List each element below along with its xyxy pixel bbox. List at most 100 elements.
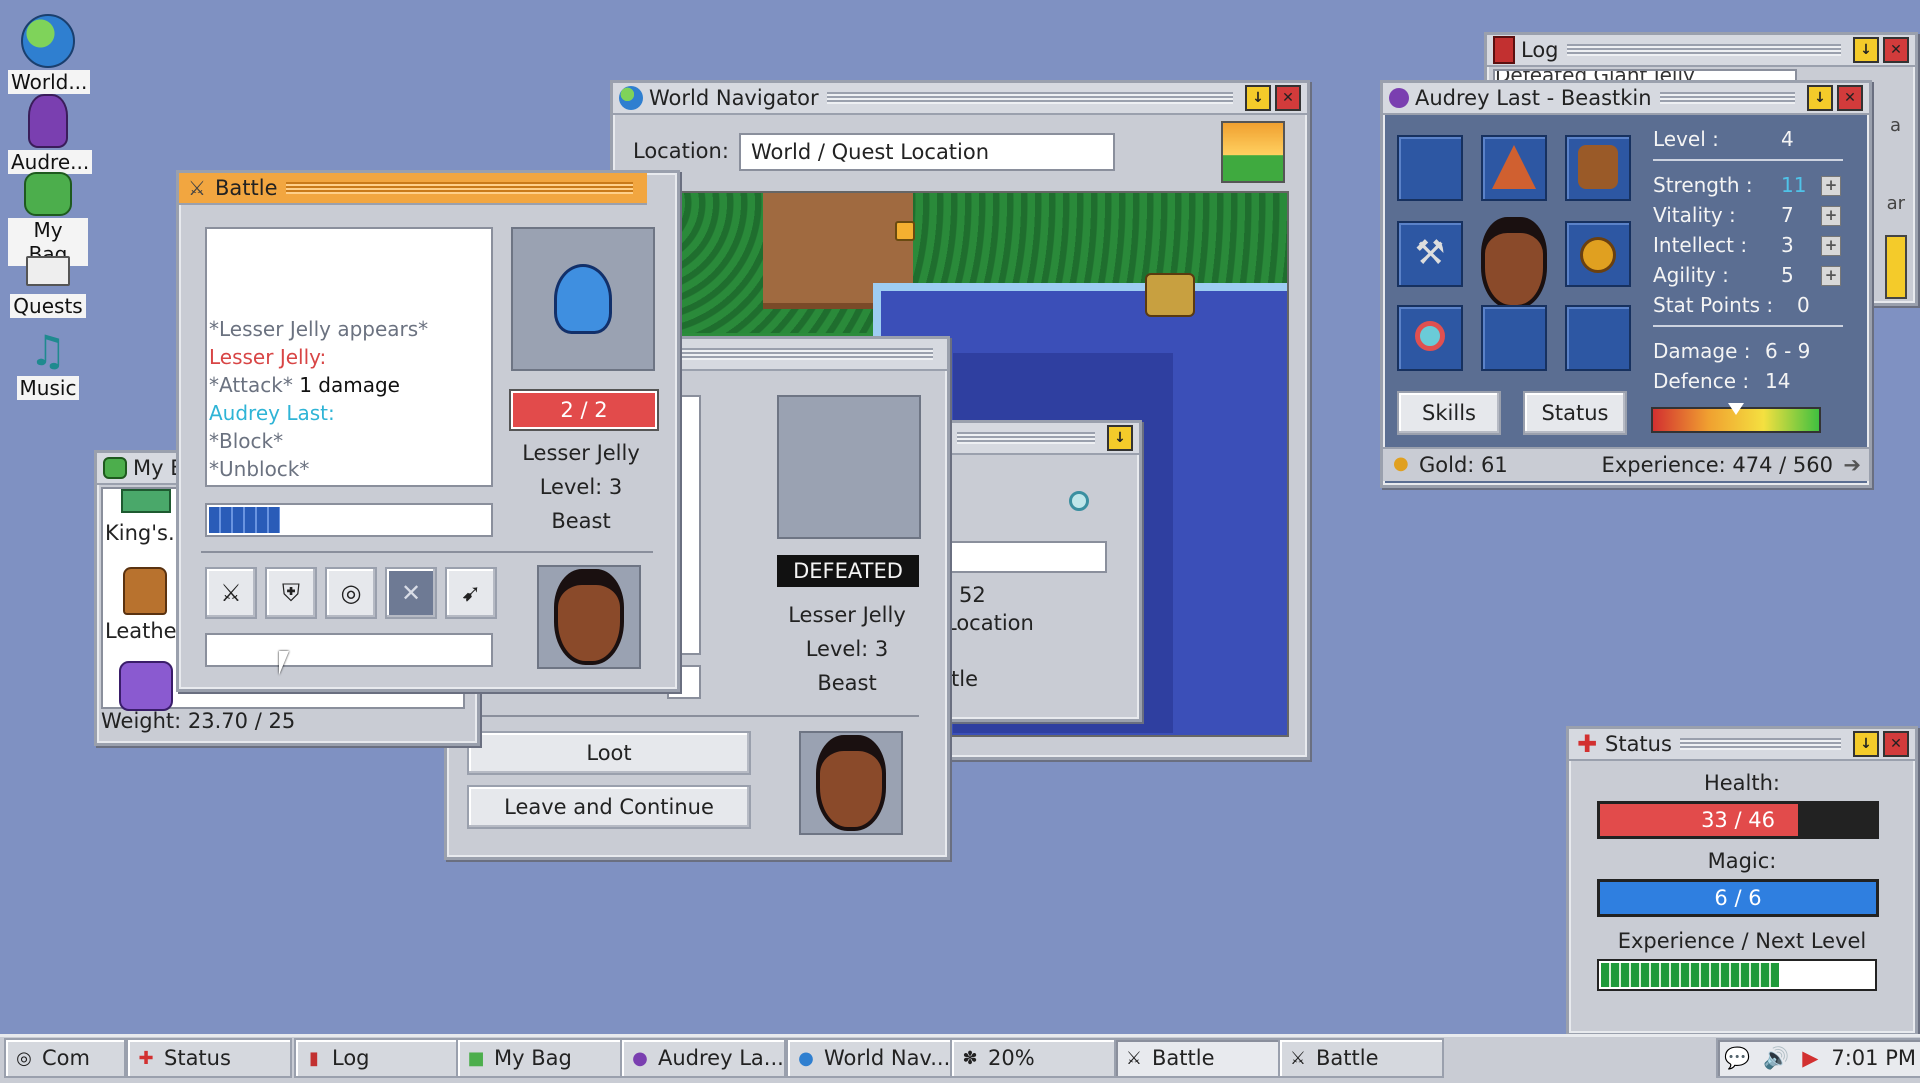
status-button[interactable]: Status [1523, 391, 1627, 435]
minimize-button[interactable]: ↓ [1853, 37, 1879, 63]
battle-command-input[interactable] [205, 633, 493, 667]
divider [1653, 325, 1843, 327]
add-intellect-button[interactable]: + [1821, 236, 1841, 256]
defence-value: 14 [1765, 369, 1791, 393]
robe-item-icon[interactable] [119, 661, 173, 711]
enemy-health-bar: 2 / 2 [511, 391, 657, 429]
ring-icon[interactable] [1397, 305, 1463, 371]
battle-titlebar[interactable]: ⚔ Battle [179, 173, 647, 205]
log-text-fragment: a [1889, 115, 1901, 136]
location-field[interactable]: World / Quest Location [739, 133, 1115, 171]
character-titlebar[interactable]: Audrey Last - Beastkin ↓ ✕ [1383, 83, 1869, 115]
close-button[interactable]: ✕ [1837, 85, 1863, 111]
clock: 7:01 PM [1831, 1046, 1916, 1070]
speaker-icon[interactable]: 🔊 [1763, 1046, 1789, 1071]
intellect-label: Intellect : [1653, 233, 1748, 257]
loot-button[interactable]: Loot [467, 731, 751, 775]
window-title: Audrey Last - Beastkin [1415, 86, 1652, 110]
scrollbar-thumb[interactable] [1885, 235, 1907, 299]
status-titlebar[interactable]: ✚ Status ↓ ✕ [1569, 729, 1915, 761]
info-titlebar[interactable]: ↓ [943, 423, 1139, 455]
taskbar-item-character[interactable]: ● Audrey La... [620, 1038, 786, 1078]
turn-progress-bar [205, 503, 493, 537]
taskbar-item-log[interactable]: ▮ Log [294, 1038, 460, 1078]
desktop-icon-character[interactable]: Audre... [8, 94, 93, 174]
minimize-button[interactable]: ↓ [1807, 85, 1833, 111]
enemy-portrait-empty [777, 395, 921, 539]
crossed-swords-icon: ⚔ [188, 176, 206, 200]
boots-slot-icon[interactable] [1481, 305, 1547, 371]
chat-icon[interactable]: 💬 [1724, 1046, 1750, 1071]
close-button[interactable]: ✕ [1883, 731, 1909, 757]
backpack-icon: ■ [467, 1047, 485, 1069]
add-agility-button[interactable]: + [1821, 266, 1841, 286]
ring-slot-icon[interactable] [1565, 305, 1631, 371]
town-icon[interactable] [1145, 273, 1195, 317]
quest-marker[interactable] [895, 221, 915, 241]
backpack-icon [24, 172, 72, 216]
add-vitality-button[interactable]: + [1821, 206, 1841, 226]
location-value: World / Quest Location [751, 140, 990, 164]
minimize-button[interactable]: ↓ [1853, 731, 1879, 757]
block-action-icon[interactable]: ⛨ [265, 567, 317, 619]
mouse-cursor [279, 651, 289, 675]
damage-label: Damage : [1653, 339, 1751, 363]
beastkin-character-icon [28, 94, 68, 148]
desktop-icon-music[interactable]: ♫ Music [8, 328, 88, 400]
battle-window: ⚔ Battle *Lesser Jelly appears* Lesser J… [176, 170, 680, 692]
enemy-name: Lesser Jelly [522, 441, 640, 465]
vitality-value: 7 [1781, 203, 1794, 227]
wizard-hat-icon[interactable] [1481, 135, 1547, 201]
crown-item-icon[interactable] [121, 489, 171, 513]
flee-action-icon[interactable]: ➹ [445, 567, 497, 619]
minimize-button[interactable]: ↓ [1107, 425, 1133, 451]
leave-and-continue-button[interactable]: Leave and Continue [467, 785, 751, 829]
info-text: tle [951, 667, 978, 691]
amulet-slot-icon[interactable] [1397, 135, 1463, 201]
focus-action-icon[interactable]: ◎ [325, 567, 377, 619]
leather-armor-icon[interactable] [1565, 135, 1631, 201]
window-title: World Navigator [649, 86, 819, 110]
info-text: 52 [959, 583, 986, 607]
taskbar-item-com[interactable]: ◎ Com [4, 1038, 126, 1078]
experience-bar [1597, 959, 1877, 991]
taskbar-item-bag[interactable]: ■ My Bag [456, 1038, 622, 1078]
info-text: Location [945, 611, 1034, 635]
desktop-icon-bag[interactable]: My Bag [8, 172, 88, 266]
info-window: ↓ 52 Location tle [940, 420, 1142, 722]
desktop-icon-label: Music [16, 376, 80, 400]
globe-icon [619, 86, 643, 110]
taskbar-item-world[interactable]: ● World Nav... [786, 1038, 952, 1078]
add-strength-button[interactable]: + [1821, 176, 1841, 196]
desktop-icon-label: Quests [10, 294, 86, 318]
arrow-right-icon[interactable]: ➔ [1843, 453, 1861, 477]
attack-action-icon[interactable]: ⚔ [205, 567, 257, 619]
skills-button[interactable]: Skills [1397, 391, 1501, 435]
backpack-icon [103, 457, 127, 479]
taskbar-item-loading[interactable]: ✽ 20% [950, 1038, 1116, 1078]
taskbar-item-status[interactable]: ✚ Status [126, 1038, 292, 1078]
log-titlebar[interactable]: Log ↓ ✕ [1487, 35, 1915, 67]
stat-points-label: Stat Points : [1653, 293, 1774, 317]
location-label: Location: [633, 139, 729, 163]
bag-weight: Weight: 23.70 / 25 [101, 709, 296, 733]
stat-points-value: 0 [1797, 293, 1810, 317]
taskbar-item-battle-active[interactable]: ⚔ Battle [1114, 1038, 1280, 1078]
level-value: 4 [1781, 127, 1794, 151]
close-button[interactable]: ✕ [1883, 37, 1909, 63]
world-titlebar[interactable]: World Navigator ↓ ✕ [613, 83, 1307, 115]
envelope-icon [26, 256, 70, 286]
minimize-button[interactable]: ↓ [1245, 85, 1271, 111]
experience-fill [1601, 963, 1780, 987]
leather-armor-icon[interactable] [123, 567, 167, 615]
close-button[interactable]: ✕ [1275, 85, 1301, 111]
play-icon[interactable]: ▶ [1802, 1046, 1818, 1070]
shield-icon[interactable] [1565, 221, 1631, 287]
desktop-icon-world[interactable]: World... [8, 14, 91, 94]
cancel-action-icon[interactable]: ✕ [385, 567, 437, 619]
axe-icon[interactable]: ⚒ [1397, 221, 1463, 287]
info-field[interactable] [943, 541, 1107, 573]
experience-text: Experience: 474 / 560 [1601, 453, 1833, 477]
desktop-icon-quests[interactable]: Quests [8, 256, 88, 318]
taskbar-item-battle[interactable]: ⚔ Battle [1278, 1038, 1444, 1078]
